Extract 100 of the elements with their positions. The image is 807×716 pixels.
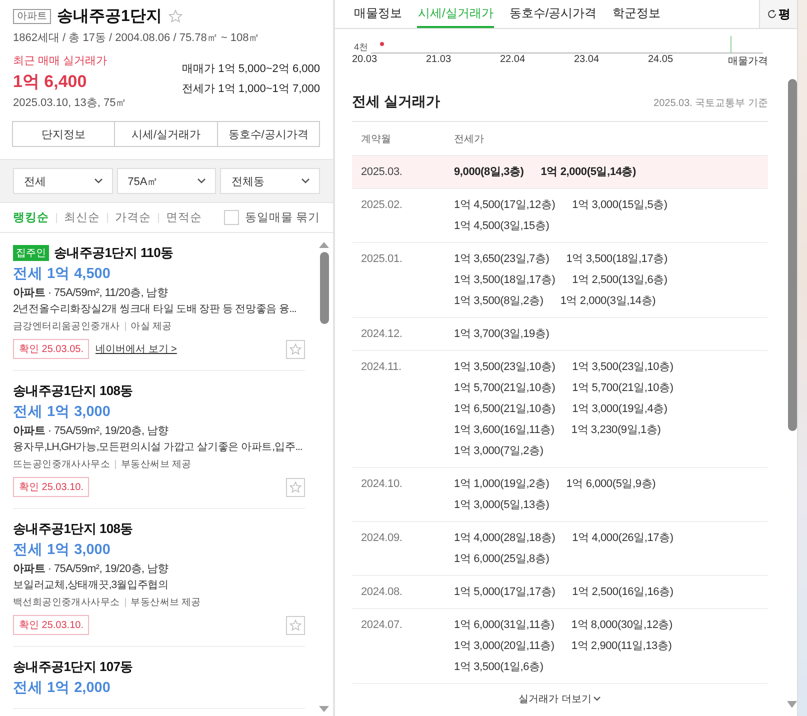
deal-entry: 1억 6,000(31일,11층) — [454, 618, 554, 633]
section-tab[interactable]: 매물정보 — [353, 0, 403, 28]
favorite-button[interactable] — [286, 616, 305, 634]
deal-entry: 1억 2,000(3일,14층) — [560, 294, 656, 309]
sort-option[interactable]: 가격순 — [115, 210, 151, 225]
deal-entry: 1억 4,000(26일,17층) — [572, 531, 674, 546]
listing-description: 융자무,LH,GH가능,모든편의시설 가깝고 살기좋은 아파트,입주... — [13, 440, 302, 455]
listing-source: 아실 제공 — [130, 320, 172, 333]
chevron-down-icon — [301, 178, 310, 184]
favorite-button[interactable] — [286, 478, 305, 496]
more-deals-link[interactable]: 실거래가 더보기 — [352, 684, 768, 714]
listing-title: 송내주공1단지 108동 — [13, 382, 133, 400]
column-header: 전세가 — [454, 133, 484, 146]
group-checkbox[interactable] — [224, 210, 239, 225]
deal-entry: 1억 3,000(5일,13층) — [454, 498, 550, 513]
deal-entry: 1억 8,000(30일,12층) — [571, 618, 672, 633]
column-header: 계약월 — [361, 133, 392, 146]
deal-entry: 1억 1,000(19일,2층) — [454, 477, 550, 492]
listing-title: 송내주공1단지 108동 — [13, 520, 133, 538]
section-tab[interactable]: 학군정보 — [612, 0, 662, 28]
deal-entry: 1억 4,000(28일,18층) — [454, 531, 556, 546]
deal-entry: 1억 6,000(5일,9층) — [566, 477, 656, 492]
listing-title: 송내주공1단지 107동 — [13, 658, 133, 676]
listing-price: 전세 1억 4,500 — [13, 265, 112, 283]
star-icon — [289, 480, 302, 494]
contract-month: 2024.08. — [361, 585, 404, 600]
axis-label: 21.03 — [426, 54, 452, 67]
listing-price: 전세 1억 2,000 — [13, 679, 112, 697]
deal-entry: 1억 3,000(19일,4층) — [572, 402, 668, 417]
complex-tab-button[interactable]: 동호수/공시가격 — [216, 121, 320, 147]
star-icon — [289, 342, 302, 356]
axis-label: 20.03 — [352, 54, 378, 67]
deal-entry: 1억 5,000(17일,17층) — [454, 585, 556, 600]
type-tag: 아파트 — [13, 9, 51, 24]
listing-description: 보일러교체,상태깨끗,3월입주협의 — [13, 578, 168, 593]
contract-month: 2025.01. — [361, 252, 404, 267]
scroll-down-icon[interactable] — [318, 705, 330, 713]
section-tab[interactable]: 동호수/공시가격 — [508, 0, 598, 28]
contract-month: 2025.03. — [361, 165, 404, 180]
price-range: 전세가 1억 1,000~1억 7,000 — [182, 82, 320, 96]
owner-badge: 집주인 — [13, 245, 49, 261]
axis-label: 24.05 — [648, 54, 674, 67]
listing-title: 송내주공1단지 110동 — [54, 244, 174, 262]
complex-summary: 1862세대 / 총 17동 / 2004.08.06 / 75.78㎡ ~ 108㎡ — [13, 31, 261, 45]
agency-name: 금강엔터리움공인중개사 — [13, 320, 120, 333]
scrollbar-thumb[interactable] — [788, 79, 796, 431]
unit-toggle-button[interactable]: 평 — [759, 0, 797, 28]
deal-entry: 1억 2,500(16일,16층) — [572, 585, 674, 600]
scrollbar-thumb[interactable] — [320, 252, 328, 324]
sort-option[interactable]: 최신순 — [64, 210, 100, 225]
recent-trade-detail: 2025.03.10, 13층, 75㎡ — [13, 96, 127, 110]
axis-label: 23.04 — [574, 54, 600, 67]
deal-entry: 1억 3,650(23일,7층) — [454, 252, 550, 267]
complex-tab-button[interactable]: 시세/실거래가 — [114, 121, 218, 147]
contract-month: 2024.11. — [361, 360, 402, 375]
chevron-down-icon — [197, 178, 206, 184]
deal-entry: 1억 6,500(21일,10층) — [454, 402, 556, 417]
filter-dropdown[interactable]: 전세 — [13, 168, 113, 194]
star-icon[interactable] — [168, 9, 183, 24]
listing-price: 전세 1억 3,000 — [13, 403, 112, 421]
deal-entry: 1억 3,000(20일,11층) — [454, 639, 554, 654]
star-icon — [289, 618, 302, 632]
confirmed-date: 확인 25.03.05. — [13, 339, 90, 359]
listing-meta: 아파트 · 75A/59m², 11/20층, 남향 — [13, 286, 169, 300]
complex-tab-button[interactable]: 단지정보 — [12, 121, 116, 147]
confirmed-date: 확인 25.03.10. — [13, 615, 90, 635]
filter-dropdown[interactable]: 75A㎡ — [116, 168, 216, 194]
contract-month: 2024.10. — [361, 477, 404, 492]
listing-meta: 아파트 · 75A/59m², 19/20층, 남향 — [13, 424, 170, 438]
agency-name: 백선희공인중개사사무소 — [13, 596, 120, 609]
recent-trade-price: 1억 6,400 — [13, 71, 88, 93]
scroll-up-icon[interactable] — [318, 241, 330, 249]
confirmed-date: 확인 25.03.10. — [13, 477, 90, 497]
sort-divider — [158, 212, 159, 222]
listing-source: 부동산써브 제공 — [121, 458, 192, 471]
source-note: 2025.03. 국토교통부 기준 — [654, 97, 768, 110]
deal-entry: 1억 3,700(3일,19층) — [454, 327, 550, 342]
favorite-button[interactable] — [286, 340, 305, 358]
listing-price: 전세 1억 3,000 — [13, 541, 112, 559]
agency-name: 뜨는공인중개사사무소 — [13, 458, 110, 471]
sort-divider — [107, 212, 108, 222]
deal-entry: 1억 3,500(8일,2층) — [454, 294, 544, 309]
chevron-down-icon — [593, 696, 602, 702]
deal-entry: 1억 2,900(11일,13층) — [571, 639, 672, 654]
refresh-icon — [766, 9, 776, 19]
naver-link[interactable]: 네이버에서 보기 > — [95, 342, 177, 356]
section-title: 전세 실거래가 — [352, 93, 440, 111]
filter-dropdown[interactable]: 전체동 — [220, 168, 320, 194]
listing-source: 부동산써브 제공 — [130, 596, 201, 609]
deal-entry: 1억 2,500(13일,6층) — [572, 273, 668, 288]
deal-entry: 1억 4,500(17일,12층) — [454, 198, 556, 213]
chevron-down-icon — [94, 178, 103, 184]
deal-entry: 9,000(8일,3층) — [454, 165, 524, 180]
listing-meta: 아파트 · 75A/59m², 19/20층, 남향 — [13, 562, 170, 576]
scroll-down-icon[interactable] — [786, 701, 798, 708]
sort-option[interactable]: 면적순 — [166, 210, 202, 225]
deal-entry: 1억 3,000(7일,2층) — [454, 444, 544, 459]
contract-month: 2025.02. — [361, 198, 404, 213]
price-range: 매매가 1억 5,000~2억 6,000 — [182, 62, 320, 76]
deal-entry: 1억 2,000(5일,14층) — [540, 165, 636, 180]
